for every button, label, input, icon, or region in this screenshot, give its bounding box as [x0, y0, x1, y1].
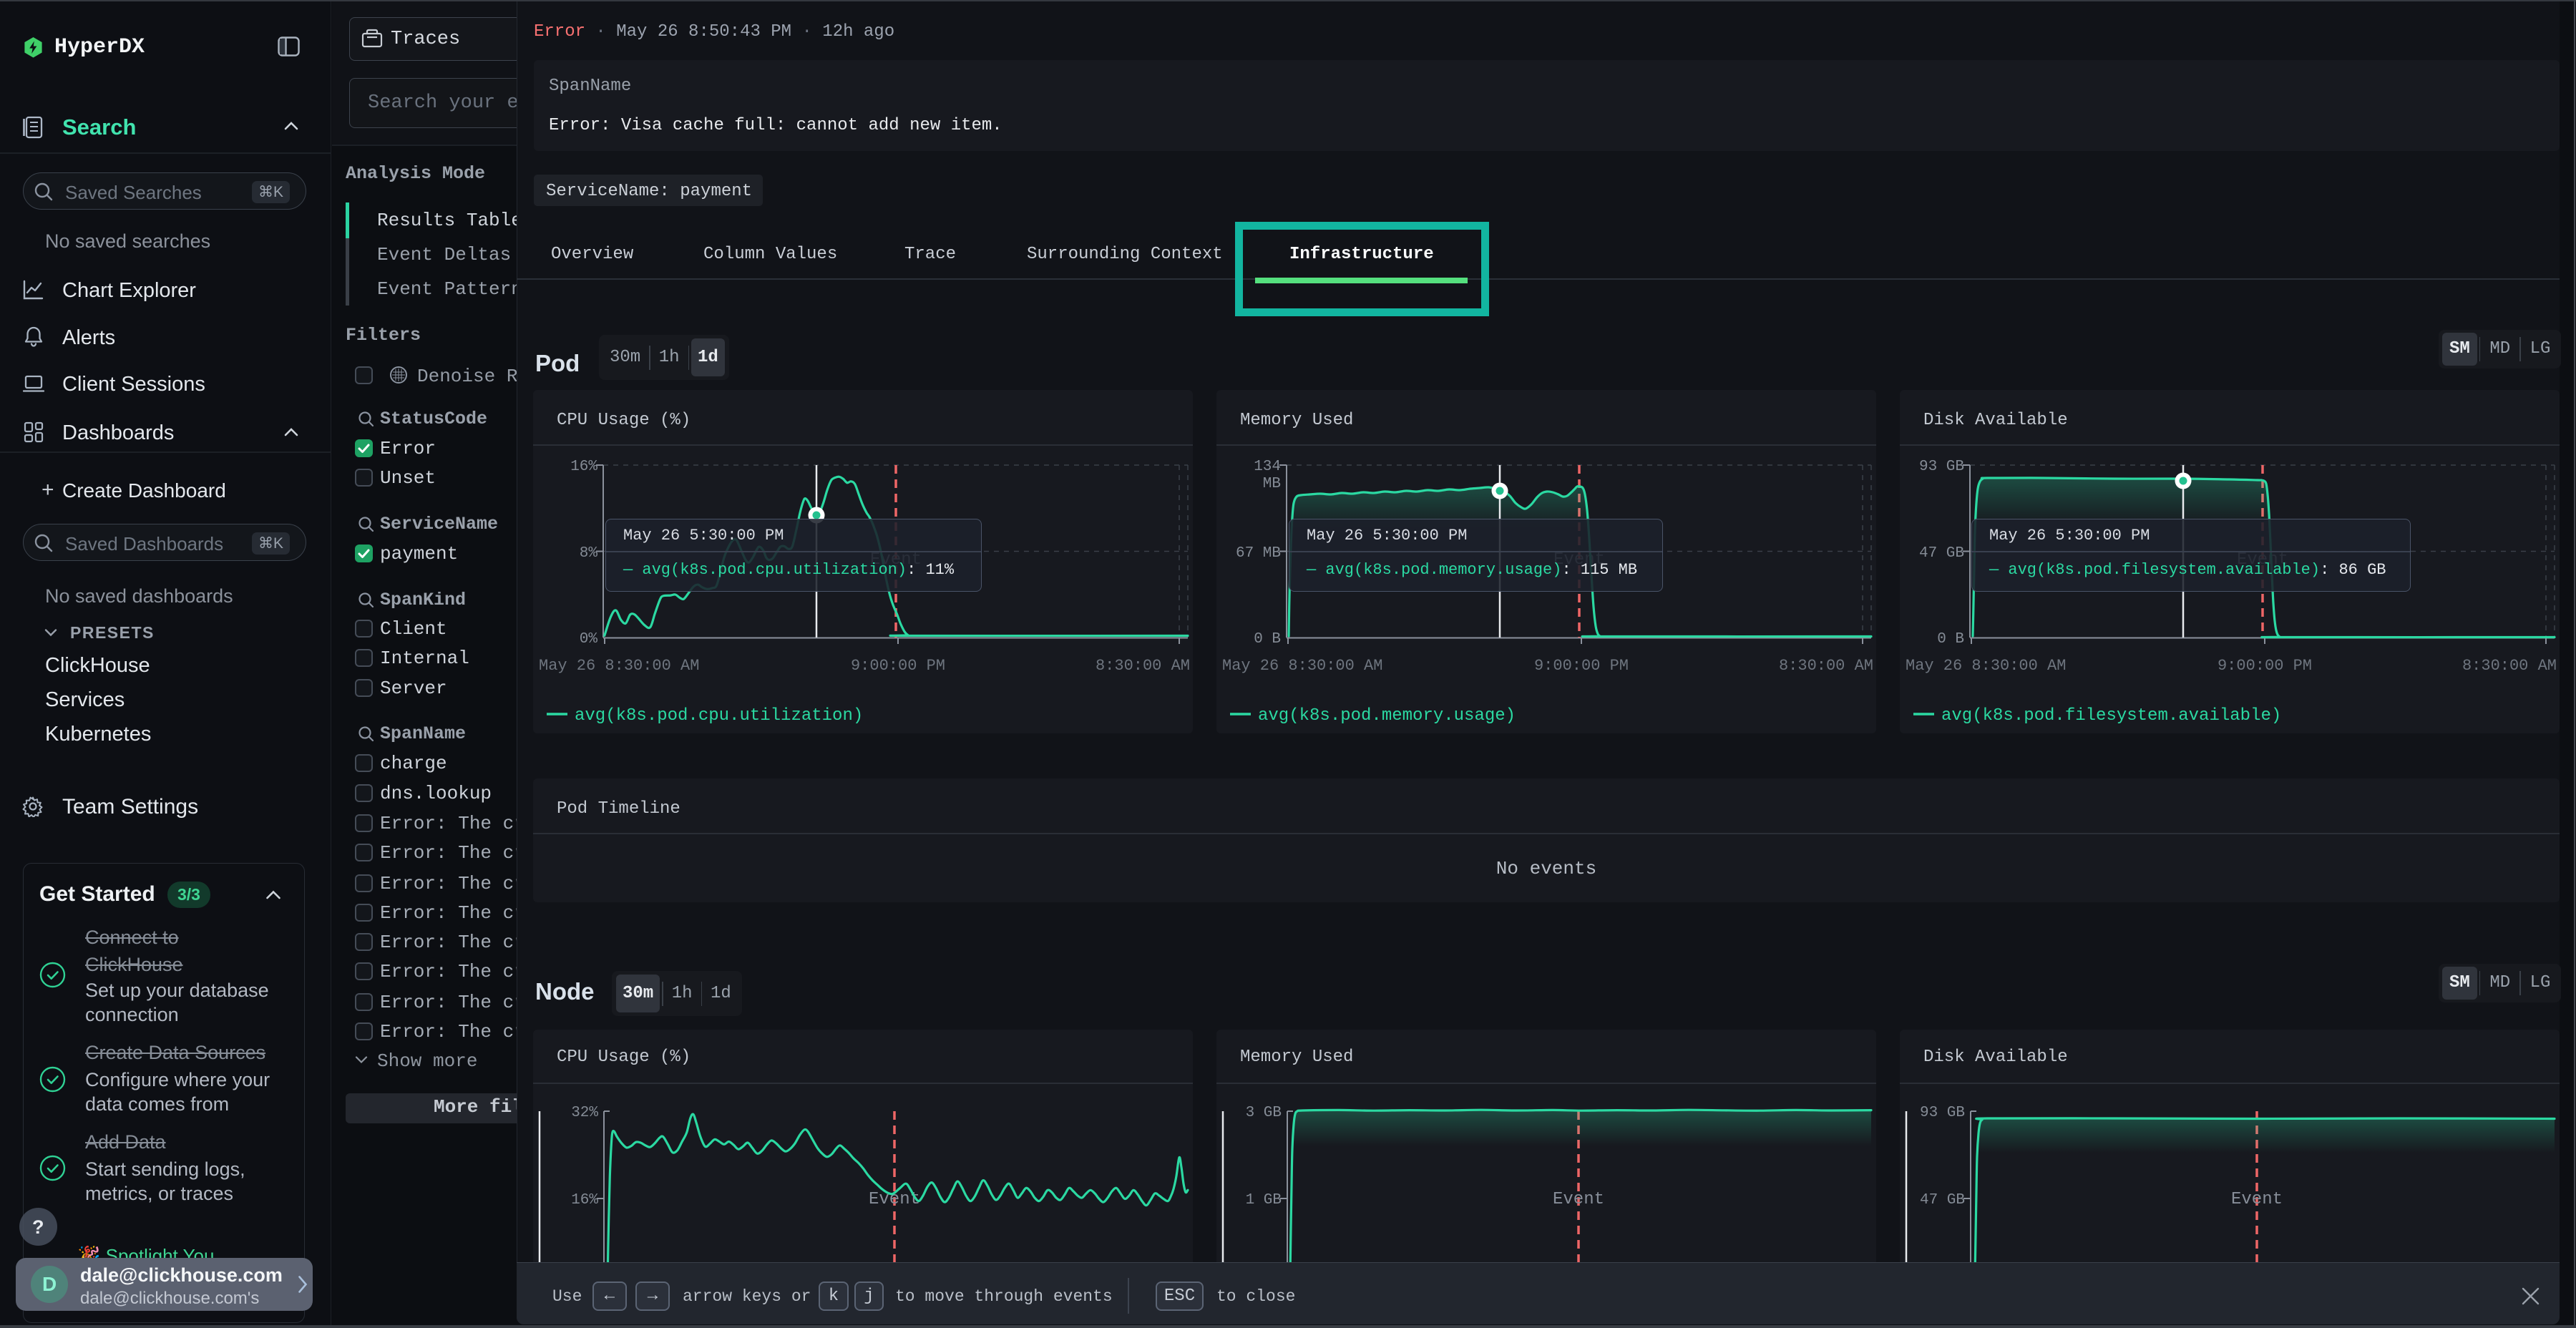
svg-text:8:30:00 AM: 8:30:00 AM	[2462, 657, 2557, 675]
svg-text:3 GB: 3 GB	[1246, 1105, 1282, 1121]
svg-text:93 GB: 93 GB	[1919, 459, 1964, 475]
svg-text:May 26 8:30:00 AM: May 26 8:30:00 AM	[539, 657, 699, 675]
svg-text:May 26 8:30:00 AM: May 26 8:30:00 AM	[1906, 657, 2066, 675]
svg-text:134: 134	[1254, 459, 1281, 475]
svg-text:16%: 16%	[570, 459, 597, 475]
svg-text:8:30:00 AM: 8:30:00 AM	[1096, 657, 1190, 675]
svg-text:May 26 8:30:00 AM: May 26 8:30:00 AM	[1222, 657, 1382, 675]
svg-text:93 GB: 93 GB	[1920, 1105, 1965, 1121]
svg-text:0 B: 0 B	[1937, 631, 1964, 648]
svg-text:0 B: 0 B	[1254, 631, 1281, 648]
svg-text:avg(k8s.pod.cpu.utilization): avg(k8s.pod.cpu.utilization)	[575, 706, 863, 726]
svg-text:1 GB: 1 GB	[1246, 1192, 1282, 1209]
svg-text:9:00:00 PM: 9:00:00 PM	[2218, 657, 2312, 675]
svg-text:47 GB: 47 GB	[1919, 545, 1964, 562]
svg-text:8%: 8%	[580, 545, 598, 562]
svg-text:avg(k8s.pod.filesystem.availab: avg(k8s.pod.filesystem.available)	[1941, 706, 2281, 726]
svg-text:32%: 32%	[571, 1105, 598, 1121]
svg-text:9:00:00 PM: 9:00:00 PM	[1534, 657, 1629, 675]
svg-text:0%: 0%	[580, 631, 598, 648]
svg-text:47 GB: 47 GB	[1920, 1192, 1965, 1209]
svg-text:16%: 16%	[571, 1192, 598, 1209]
svg-text:avg(k8s.pod.memory.usage): avg(k8s.pod.memory.usage)	[1258, 706, 1516, 726]
svg-text:MB: MB	[1263, 476, 1281, 492]
svg-text:67 MB: 67 MB	[1236, 545, 1281, 562]
svg-text:8:30:00 AM: 8:30:00 AM	[1779, 657, 1873, 675]
svg-text:9:00:00 PM: 9:00:00 PM	[851, 657, 945, 675]
